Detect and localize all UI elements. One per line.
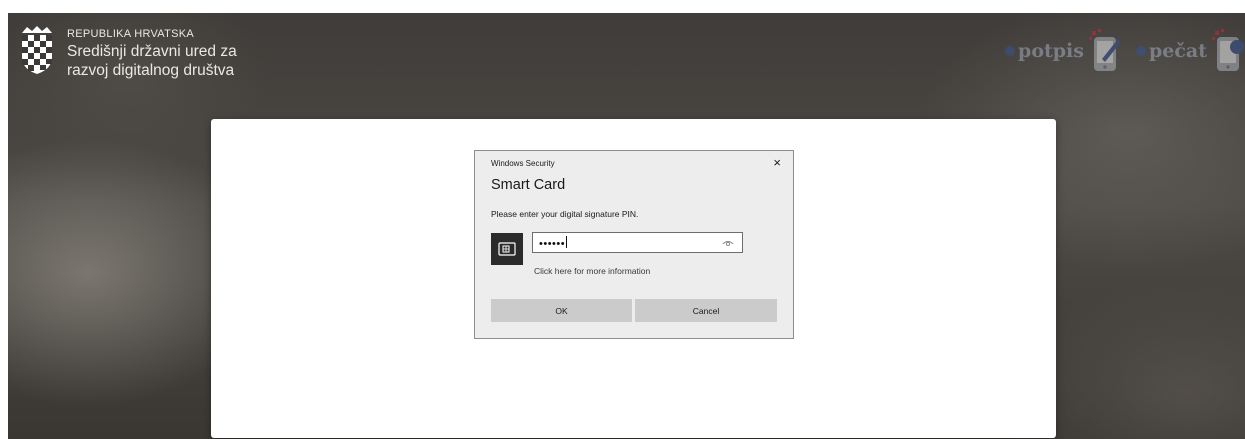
service-brands: potpis pečat: [991, 21, 1245, 81]
croatian-coat-of-arms-icon: [22, 26, 52, 74]
dialog-message: Please enter your digital signature PIN.: [491, 209, 639, 219]
phone-pen-icon: [1088, 29, 1121, 71]
brand-pecat-label: pečat: [1148, 40, 1207, 62]
smart-card-icon: [491, 233, 523, 265]
government-logo: REPUBLIKA HRVATSKA Središnji državni ure…: [20, 23, 237, 81]
country-name: REPUBLIKA HRVATSKA: [67, 28, 195, 40]
phone-seal-icon: [1212, 29, 1244, 71]
dialog-title: Smart Card: [491, 177, 566, 193]
brand-pecat: pečat: [1135, 29, 1245, 73]
pin-value: ••••••: [539, 236, 568, 250]
more-information-link[interactable]: Click here for more information: [534, 266, 650, 276]
pin-input[interactable]: ••••••: [532, 232, 743, 253]
e-dot-icon: [1005, 46, 1016, 56]
chip-card-icon: [498, 242, 516, 256]
brand-potpis: potpis: [1005, 29, 1122, 73]
close-button[interactable]: ×: [773, 155, 781, 170]
ok-button[interactable]: OK: [491, 299, 632, 322]
text-caret: [566, 236, 568, 248]
brand-potpis-label: potpis: [1018, 40, 1084, 62]
e-dot-icon: [1135, 46, 1146, 56]
windows-security-dialog: Windows Security × Smart Card Please ent…: [474, 150, 794, 339]
eye-icon[interactable]: [722, 237, 734, 249]
cancel-button[interactable]: Cancel: [635, 299, 777, 322]
page: REPUBLIKA HRVATSKA Središnji državni ure…: [0, 0, 1245, 439]
office-name-line1: Središnji državni ured za: [67, 42, 237, 60]
office-name-line2: razvoj digitalnog društva: [67, 62, 235, 80]
dialog-header: Windows Security: [491, 159, 555, 168]
government-name: REPUBLIKA HRVATSKA Središnji državni ure…: [67, 23, 237, 81]
